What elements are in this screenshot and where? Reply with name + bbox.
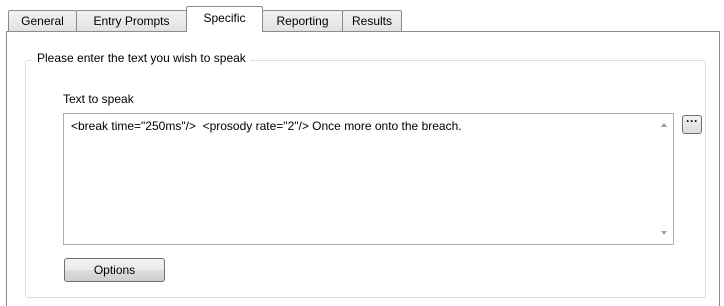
tab-entry-prompts[interactable]: Entry Prompts: [76, 10, 187, 31]
scroll-up-icon[interactable]: [661, 123, 667, 127]
tab-results[interactable]: Results: [342, 10, 402, 31]
options-button-label: Options: [93, 263, 136, 277]
tab-specific-label: Specific: [203, 11, 246, 25]
text-to-speak-label: Text to speak: [63, 92, 134, 106]
text-to-speak-input[interactable]: <break time="250ms"/> <prosody rate="2"/…: [63, 113, 674, 245]
tab-specific[interactable]: Specific: [186, 6, 263, 32]
tab-general[interactable]: General: [8, 10, 77, 31]
textarea-scrollbar[interactable]: [656, 114, 673, 244]
options-button[interactable]: Options: [64, 258, 165, 282]
tab-reporting-label: Reporting: [276, 14, 329, 28]
browse-button[interactable]: ···: [682, 115, 702, 134]
groupbox-title: Please enter the text you wish to speak: [33, 51, 250, 65]
tab-entry-prompts-label: Entry Prompts: [93, 14, 170, 28]
text-to-speak-value: <break time="250ms"/> <prosody rate="2"/…: [71, 119, 462, 133]
ellipsis-icon: ···: [686, 114, 698, 128]
tab-general-label: General: [21, 14, 64, 28]
tab-results-label: Results: [351, 14, 392, 28]
tab-reporting[interactable]: Reporting: [262, 10, 343, 31]
scroll-down-icon[interactable]: [661, 231, 667, 235]
tab-strip: General Entry Prompts Specific Reporting…: [8, 6, 724, 32]
